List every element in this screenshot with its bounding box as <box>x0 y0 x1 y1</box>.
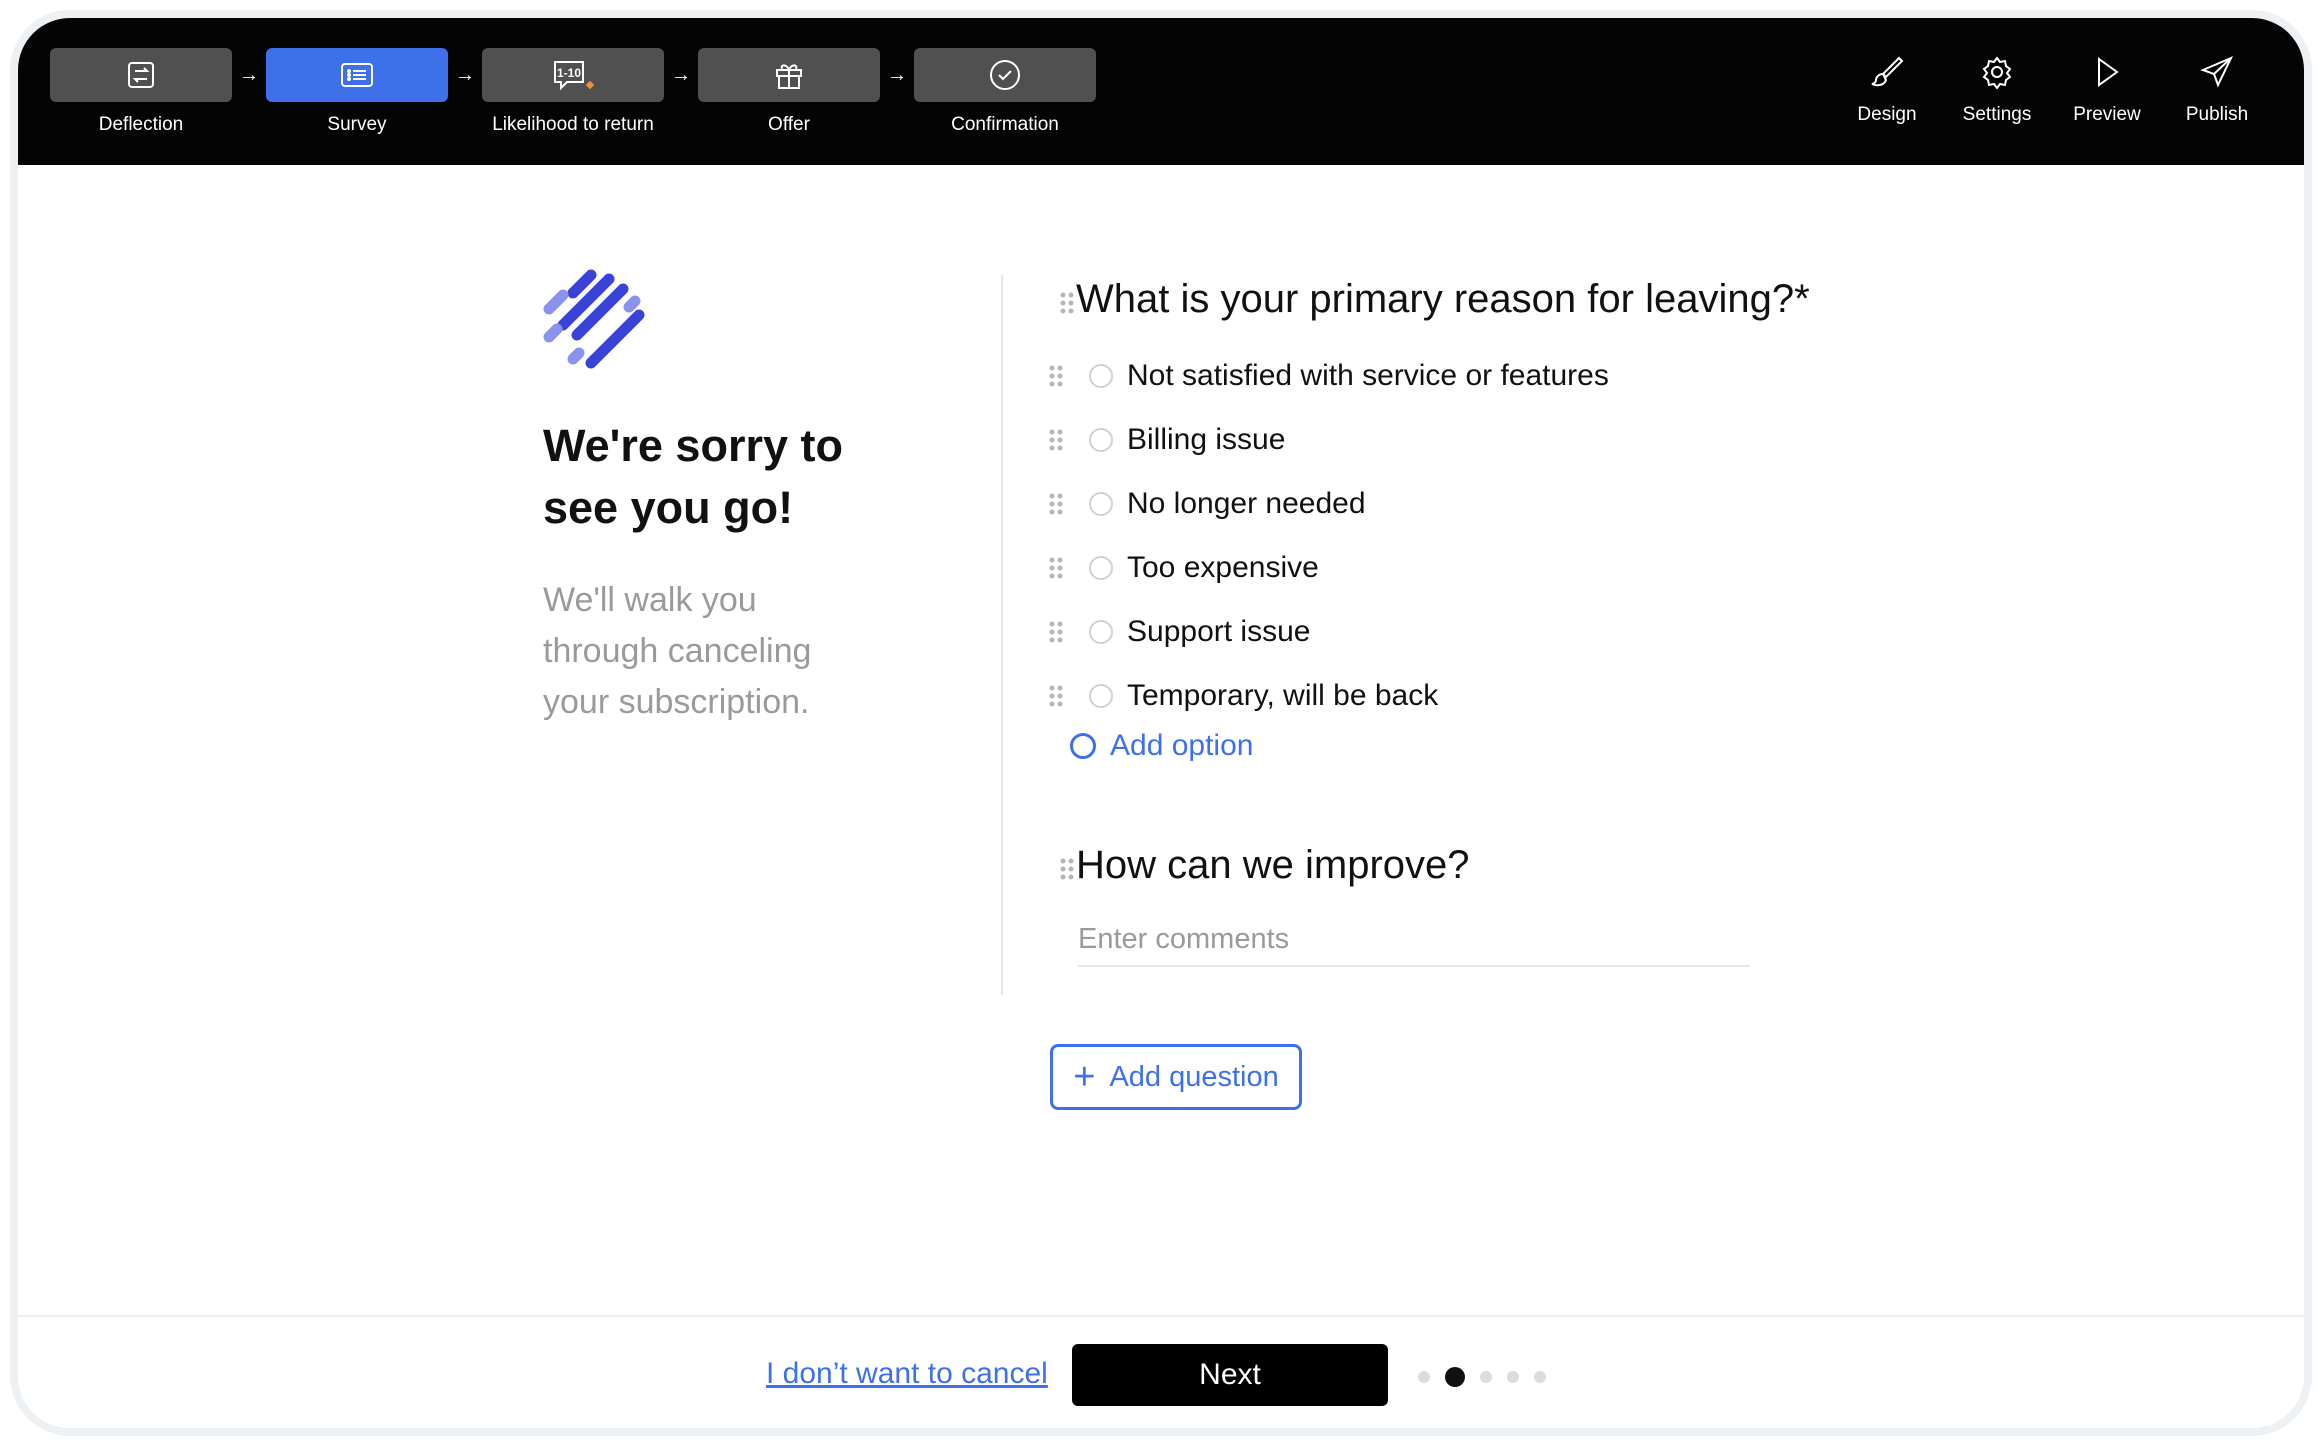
page-dot-active[interactable] <box>1445 1367 1465 1387</box>
dont-cancel-link[interactable]: I don’t want to cancel <box>766 1357 1048 1391</box>
option-row[interactable]: No longer needed <box>1047 484 1366 524</box>
page-dot[interactable] <box>1480 1371 1492 1383</box>
survey-footer: I don’t want to cancel Next <box>18 1315 2304 1428</box>
brush-icon <box>1871 56 1904 87</box>
arrow-right-icon: → <box>887 63 907 86</box>
add-option-radio-icon <box>1070 733 1096 759</box>
top-toolbar: Deflection → Survey → 1-10 Likelihood to… <box>18 18 2304 165</box>
page-dot[interactable] <box>1534 1371 1546 1383</box>
preview-button[interactable]: Preview <box>2052 54 2162 126</box>
publish-button[interactable]: Publish <box>2162 54 2272 126</box>
option-label[interactable]: Temporary, will be back <box>1127 679 1438 713</box>
survey-canvas: We're sorry to see you go! We'll walk yo… <box>18 165 2304 1315</box>
page-title: We're sorry to see you go! <box>543 420 843 533</box>
add-question-button[interactable]: + Add question <box>1050 1044 1302 1110</box>
drag-handle-icon[interactable] <box>1047 620 1065 644</box>
check-circle-icon <box>990 60 1020 90</box>
column-divider <box>1001 275 1003 995</box>
app-window: Deflection → Survey → 1-10 Likelihood to… <box>10 10 2312 1436</box>
step-deflection[interactable]: Deflection <box>50 48 232 136</box>
step-label: Deflection <box>98 114 184 135</box>
page-dot[interactable] <box>1507 1371 1519 1383</box>
option-radio[interactable] <box>1089 492 1113 516</box>
option-radio[interactable] <box>1089 684 1113 708</box>
option-radio[interactable] <box>1089 620 1113 644</box>
step-label: Confirmation <box>951 114 1059 135</box>
step-label: Likelihood to return <box>492 114 654 135</box>
page-subtitle: We'll walk you through canceling your su… <box>543 581 812 721</box>
comments-input[interactable] <box>1078 913 1750 967</box>
list-icon <box>341 63 373 87</box>
design-button[interactable]: Design <box>1832 54 1942 126</box>
option-label[interactable]: Billing issue <box>1127 423 1285 457</box>
tool-label: Publish <box>2185 104 2249 125</box>
step-likelihood-box[interactable]: 1-10 <box>482 48 664 102</box>
send-icon <box>2200 56 2234 88</box>
option-row[interactable]: Not satisfied with service or features <box>1047 356 1609 396</box>
toolbar-actions: Design Settings Preview Publish <box>1832 54 2272 126</box>
settings-button[interactable]: Settings <box>1942 54 2052 126</box>
step-confirmation[interactable]: Confirmation <box>914 48 1096 136</box>
next-button[interactable]: Next <box>1072 1344 1388 1406</box>
drag-handle-icon[interactable] <box>1047 364 1065 388</box>
arrow-right-icon: → <box>239 63 259 86</box>
drag-handle-icon[interactable] <box>1047 556 1065 580</box>
option-label[interactable]: No longer needed <box>1127 487 1366 521</box>
step-survey[interactable]: Survey <box>266 48 448 136</box>
swap-icon <box>128 62 154 88</box>
drag-handle-icon[interactable] <box>1047 428 1065 452</box>
option-row[interactable]: Support issue <box>1047 612 1310 652</box>
arrow-right-icon: → <box>671 63 691 86</box>
add-option-button[interactable]: Add option <box>1070 729 1253 763</box>
option-row[interactable]: Billing issue <box>1047 420 1285 460</box>
step-deflection-box[interactable] <box>50 48 232 102</box>
step-confirmation-box[interactable] <box>914 48 1096 102</box>
drag-handle-icon[interactable] <box>1058 857 1076 881</box>
step-survey-box[interactable] <box>266 48 448 102</box>
drag-handle-icon[interactable] <box>1047 684 1065 708</box>
question-title[interactable]: How can we improve? <box>1076 843 1470 888</box>
step-label: Survey <box>327 114 387 135</box>
tool-label: Preview <box>2073 104 2141 125</box>
step-label: Offer <box>768 114 810 135</box>
rating-chat-icon-text: 1-10 <box>557 66 581 80</box>
step-offer-box[interactable] <box>698 48 880 102</box>
drag-handle-icon[interactable] <box>1058 291 1076 315</box>
page-dot[interactable] <box>1418 1371 1430 1383</box>
add-question-label: Add question <box>1109 1060 1279 1093</box>
tool-label: Design <box>1857 104 1917 125</box>
option-label[interactable]: Support issue <box>1127 615 1310 649</box>
question-title[interactable]: What is your primary reason for leaving?… <box>1076 277 1810 322</box>
tool-label: Settings <box>1962 104 2032 125</box>
plus-icon: + <box>1073 1056 1096 1098</box>
option-radio[interactable] <box>1089 364 1113 388</box>
option-row[interactable]: Temporary, will be back <box>1047 676 1438 716</box>
rating-chat-icon: 1-10 <box>554 61 595 91</box>
brand-logo <box>543 269 645 369</box>
step-offer[interactable]: Offer <box>698 48 880 136</box>
gift-icon <box>776 64 802 89</box>
step-likelihood[interactable]: 1-10 Likelihood to return <box>482 48 664 136</box>
page-indicator <box>1418 1367 1561 1387</box>
option-radio[interactable] <box>1089 556 1113 580</box>
option-radio[interactable] <box>1089 428 1113 452</box>
add-option-label: Add option <box>1110 729 1254 762</box>
play-icon <box>2098 57 2119 87</box>
option-row[interactable]: Too expensive <box>1047 548 1319 588</box>
drag-handle-icon[interactable] <box>1047 492 1065 516</box>
option-label[interactable]: Too expensive <box>1127 551 1319 585</box>
gear-icon <box>1982 56 2012 90</box>
option-label[interactable]: Not satisfied with service or features <box>1127 359 1609 393</box>
flow-steps: Deflection → Survey → 1-10 Likelihood to… <box>50 48 1096 136</box>
arrow-right-icon: → <box>455 63 475 86</box>
